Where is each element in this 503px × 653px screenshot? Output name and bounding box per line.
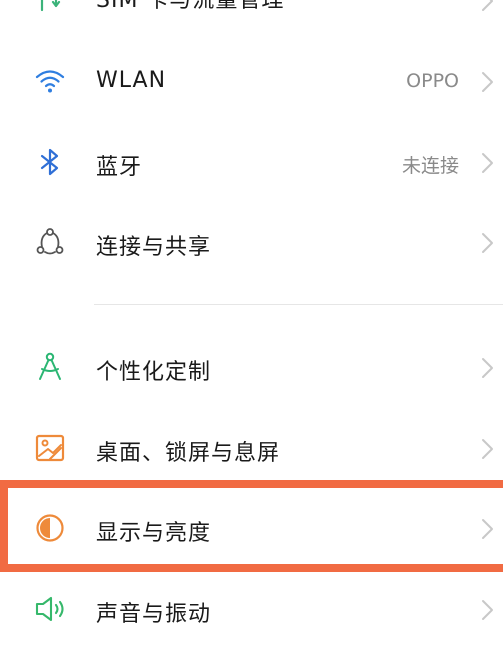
wifi-icon [30,61,70,101]
bluetooth-icon [30,142,70,182]
connection-share-icon [30,222,70,262]
section-divider [94,304,503,305]
wlan-label: WLAN [96,68,167,93]
sound-vibration-icon [30,589,70,629]
connection-share-label: 连接与共享 [96,235,212,260]
wallpaper-label: 桌面、锁屏与息屏 [96,441,281,466]
highlight-box [0,480,503,572]
settings-item-wallpaper[interactable]: 桌面、锁屏与息屏 [0,408,503,488]
wallpaper-icon [30,428,70,468]
settings-item-personalization[interactable]: 个性化定制 [0,327,503,407]
wlan-network-value: OPPO [406,70,459,92]
sim-data-label: SIM 卡与流量管理 [96,0,285,13]
sound-vibration-label: 声音与振动 [96,602,212,627]
chevron-right-icon [482,233,493,253]
settings-item-sound-vibration[interactable]: 声音与振动 [0,569,503,649]
bluetooth-status-value: 未连接 [401,155,459,177]
chevron-right-icon [482,72,493,92]
personalization-icon [30,347,70,387]
bluetooth-label: 蓝牙 [96,155,143,180]
settings-item-wlan[interactable]: WLAN OPPO [0,41,503,121]
sim-data-icon [30,0,70,20]
settings-item-bluetooth[interactable]: 蓝牙 未连接 [0,122,503,202]
settings-item-sim-data[interactable]: SIM 卡与流量管理 [0,0,503,40]
chevron-right-icon [482,0,493,11]
settings-item-connection-share[interactable]: 连接与共享 [0,202,503,282]
personalization-label: 个性化定制 [96,360,212,385]
chevron-right-icon [482,153,493,173]
chevron-right-icon [482,358,493,378]
settings-screen: SIM 卡与流量管理 WLAN OPPO 蓝牙 未连接 连接与共享 个性化定制 … [0,0,503,653]
chevron-right-icon [482,439,493,459]
chevron-right-icon [482,600,493,620]
